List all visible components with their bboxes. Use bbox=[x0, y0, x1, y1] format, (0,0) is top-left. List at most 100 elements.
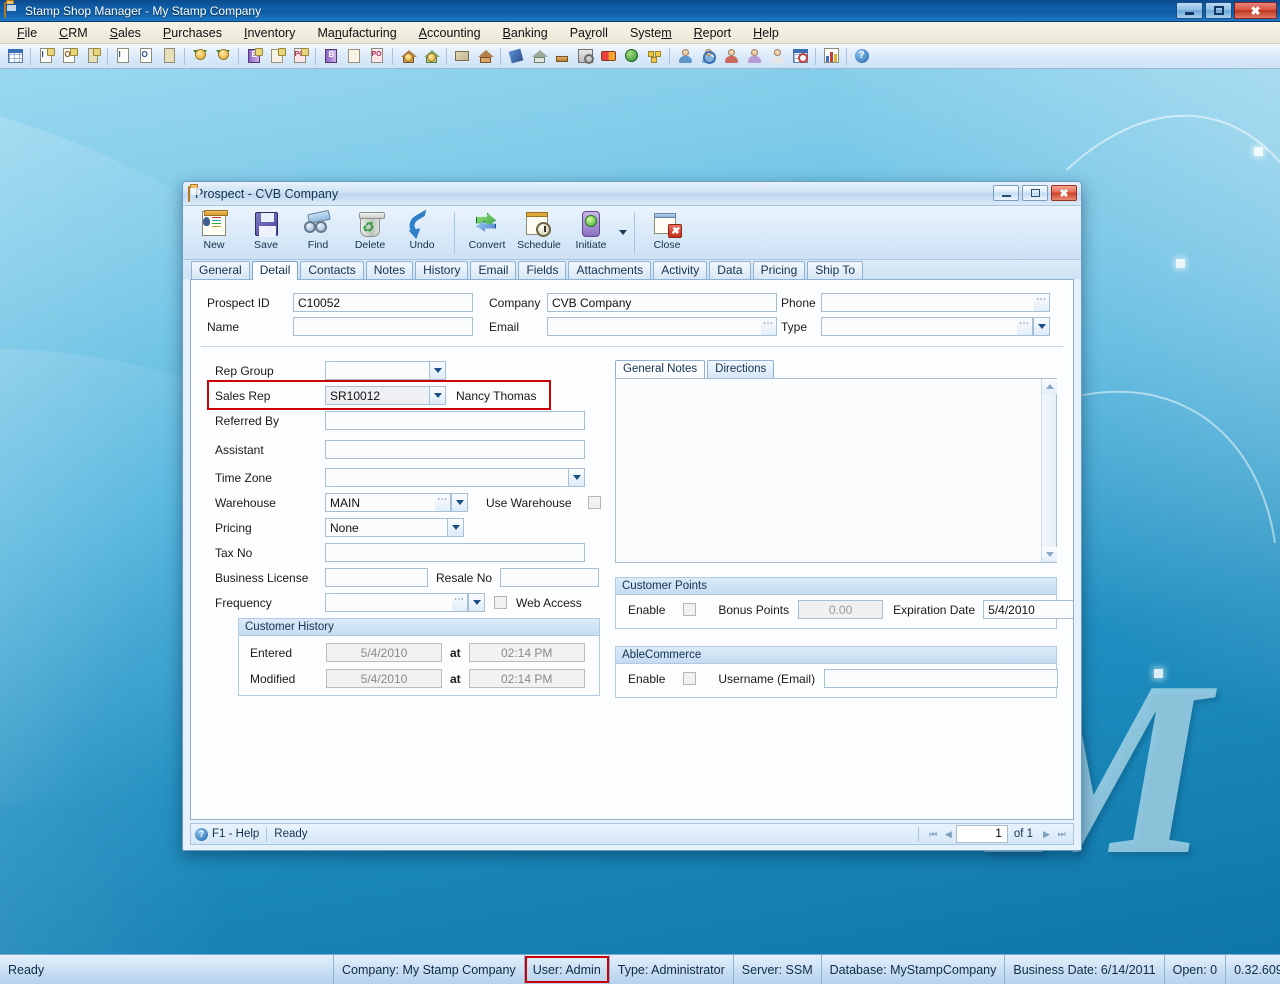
customer-icon[interactable] bbox=[674, 45, 696, 67]
time-zone-input[interactable] bbox=[325, 468, 568, 487]
customer-points-enable-checkbox[interactable] bbox=[683, 603, 697, 616]
page-number-input[interactable] bbox=[955, 825, 1008, 843]
pricing-input[interactable] bbox=[325, 518, 447, 537]
contact-icon[interactable] bbox=[720, 45, 742, 67]
convert-button[interactable]: Convert bbox=[462, 208, 512, 258]
quote-icon[interactable]: I bbox=[35, 45, 57, 67]
menu-banking[interactable]: Banking bbox=[492, 24, 559, 42]
minimize-button[interactable] bbox=[1176, 2, 1203, 19]
tax-no-input[interactable] bbox=[325, 543, 585, 562]
warehouse-icon[interactable] bbox=[474, 45, 496, 67]
menu-manufacturing[interactable]: Manufacturing bbox=[306, 24, 407, 42]
tab-general-notes[interactable]: General Notes bbox=[615, 360, 706, 379]
tab-pricing[interactable]: Pricing bbox=[752, 261, 806, 279]
initiate-dropdown-caret-icon[interactable] bbox=[618, 208, 627, 258]
tab-email[interactable]: Email bbox=[470, 261, 517, 279]
credit-memo-icon[interactable]: O bbox=[135, 45, 157, 67]
notes-scrollbar[interactable] bbox=[1041, 379, 1057, 562]
save-button[interactable]: Save bbox=[241, 208, 291, 258]
prospect-minimize-button[interactable] bbox=[993, 185, 1019, 201]
email-lookup-button[interactable]: ⋯ bbox=[761, 317, 777, 336]
menu-accounting[interactable]: Accounting bbox=[408, 24, 492, 42]
tab-activity[interactable]: Activity bbox=[653, 261, 708, 279]
menu-help[interactable]: Help bbox=[742, 24, 790, 42]
tab-general[interactable]: General bbox=[191, 261, 250, 279]
tab-data[interactable]: Data bbox=[709, 261, 751, 279]
rep-group-dropdown-caret-icon[interactable] bbox=[429, 361, 446, 380]
menu-sales[interactable]: Sales bbox=[99, 24, 152, 42]
resale-no-input[interactable] bbox=[500, 568, 600, 587]
menu-purchases[interactable]: Purchases bbox=[152, 24, 233, 42]
warehouse-lookup-button[interactable]: ⋯ bbox=[435, 493, 451, 512]
phone-lookup-button[interactable]: ⋯ bbox=[1034, 293, 1050, 312]
help-icon[interactable]: ? bbox=[851, 45, 873, 67]
tab-ship-to[interactable]: Ship To bbox=[807, 261, 864, 279]
tab-attachments[interactable]: Attachments bbox=[568, 261, 652, 279]
frequency-dropdown-caret-icon[interactable] bbox=[468, 593, 485, 612]
expiration-date-input[interactable] bbox=[983, 600, 1073, 619]
referred-by-input[interactable] bbox=[325, 411, 585, 430]
prospect-id-input[interactable] bbox=[293, 293, 473, 312]
phone-input[interactable] bbox=[821, 293, 1034, 312]
user-icon[interactable] bbox=[766, 45, 788, 67]
vendor-bill-icon[interactable]: B bbox=[320, 45, 342, 67]
type-input[interactable] bbox=[821, 317, 1017, 336]
web-icon[interactable] bbox=[620, 45, 642, 67]
nav-prev-icon[interactable]: ◀ bbox=[941, 827, 956, 842]
tab-detail[interactable]: Detail bbox=[251, 261, 299, 280]
tab-fields[interactable]: Fields bbox=[518, 261, 567, 279]
general-notes-area[interactable] bbox=[615, 378, 1057, 563]
menu-file[interactable]: File bbox=[6, 24, 48, 42]
time-zone-dropdown-caret-icon[interactable] bbox=[568, 468, 585, 487]
receive-payment-icon[interactable] bbox=[189, 45, 211, 67]
building-icon[interactable] bbox=[528, 45, 550, 67]
purchase-order-icon[interactable]: PO bbox=[289, 45, 311, 67]
restore-button[interactable] bbox=[1205, 2, 1232, 19]
bill-icon[interactable]: B bbox=[243, 45, 265, 67]
safe-icon[interactable] bbox=[574, 45, 596, 67]
sales-rep-dropdown-caret-icon[interactable] bbox=[429, 386, 446, 405]
tab-contacts[interactable]: Contacts bbox=[300, 261, 364, 279]
credit-card-icon[interactable] bbox=[597, 45, 619, 67]
ink-icon[interactable] bbox=[505, 45, 527, 67]
menu-crm[interactable]: CRM bbox=[48, 24, 98, 42]
order-icon[interactable]: O bbox=[58, 45, 80, 67]
tab-history[interactable]: History bbox=[415, 261, 469, 279]
scroll-up-arrow-icon[interactable] bbox=[1042, 379, 1057, 394]
web-access-checkbox[interactable] bbox=[494, 596, 507, 609]
vendor-statement-icon[interactable] bbox=[343, 45, 365, 67]
menu-inventory[interactable]: Inventory bbox=[233, 24, 306, 42]
inventory-icon[interactable] bbox=[451, 45, 473, 67]
warehouse-input[interactable] bbox=[325, 493, 435, 512]
pricing-dropdown-caret-icon[interactable] bbox=[447, 518, 464, 537]
ablecommerce-enable-checkbox[interactable] bbox=[683, 672, 697, 685]
undo-button[interactable]: Undo bbox=[397, 208, 447, 258]
find-button[interactable]: Find bbox=[293, 208, 343, 258]
nav-last-icon[interactable]: ⏭ bbox=[1054, 827, 1069, 842]
ablecommerce-username-input[interactable] bbox=[824, 669, 1059, 688]
sell-house-icon[interactable] bbox=[397, 45, 419, 67]
initiate-button[interactable]: Initiate bbox=[566, 208, 616, 258]
rep-group-input[interactable] bbox=[325, 361, 429, 380]
assistant-input[interactable] bbox=[325, 440, 585, 459]
nav-first-icon[interactable]: ⏮ bbox=[926, 827, 941, 842]
deposit-money-icon[interactable] bbox=[212, 45, 234, 67]
frequency-lookup-button[interactable]: ⋯ bbox=[452, 593, 468, 612]
tab-notes[interactable]: Notes bbox=[365, 261, 414, 279]
buy-house-icon[interactable] bbox=[420, 45, 442, 67]
menu-system[interactable]: System bbox=[619, 24, 683, 42]
brush-icon[interactable] bbox=[551, 45, 573, 67]
schedule-button[interactable]: Schedule bbox=[514, 208, 564, 258]
company-input[interactable] bbox=[547, 293, 777, 312]
employee-icon[interactable] bbox=[743, 45, 765, 67]
prospect-maximize-button[interactable] bbox=[1022, 185, 1048, 201]
prospect-close-button[interactable]: ✖ bbox=[1051, 185, 1077, 201]
menu-payroll[interactable]: Payroll bbox=[559, 24, 619, 42]
email-input[interactable] bbox=[547, 317, 761, 336]
frequency-input[interactable] bbox=[325, 593, 452, 612]
assembly-icon[interactable] bbox=[643, 45, 665, 67]
close-button[interactable]: ✖ bbox=[1234, 2, 1277, 19]
menu-report[interactable]: Report bbox=[683, 24, 743, 42]
help-circle-icon[interactable]: ? bbox=[195, 827, 208, 841]
time-clock-icon[interactable] bbox=[789, 45, 811, 67]
